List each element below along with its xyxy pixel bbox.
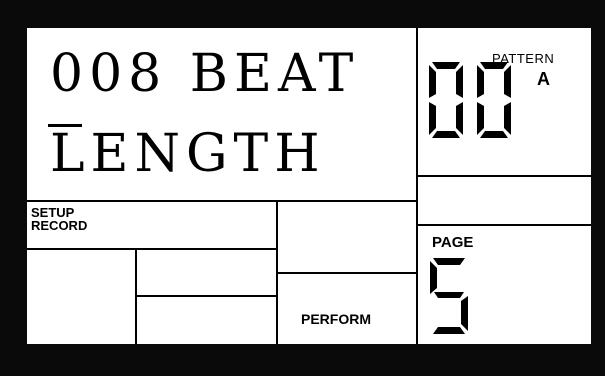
pattern-digit-2 <box>477 62 511 138</box>
page-digit <box>430 258 468 334</box>
pattern-bank: A <box>537 69 550 89</box>
divider-perform-top <box>276 272 418 274</box>
divider-lower-mid <box>135 295 277 297</box>
pattern-number-segment-display <box>429 62 511 138</box>
divider-setup-bottom <box>27 248 277 250</box>
divider-right-1 <box>416 175 591 177</box>
display-line-1: 008 BEAT <box>50 44 360 104</box>
display-line-2: LENGTH <box>50 124 326 184</box>
edit-cursor <box>48 124 82 127</box>
pattern-digit-1 <box>429 62 463 138</box>
divider-right-2 <box>416 224 591 226</box>
perform-label: PERFORM <box>301 311 371 327</box>
page-number-segment-display <box>430 258 468 334</box>
divider-horizontal-main <box>27 200 418 202</box>
record-label: RECORD <box>31 218 88 233</box>
divider-vertical-main <box>416 28 418 344</box>
page-label: PAGE <box>432 234 474 251</box>
